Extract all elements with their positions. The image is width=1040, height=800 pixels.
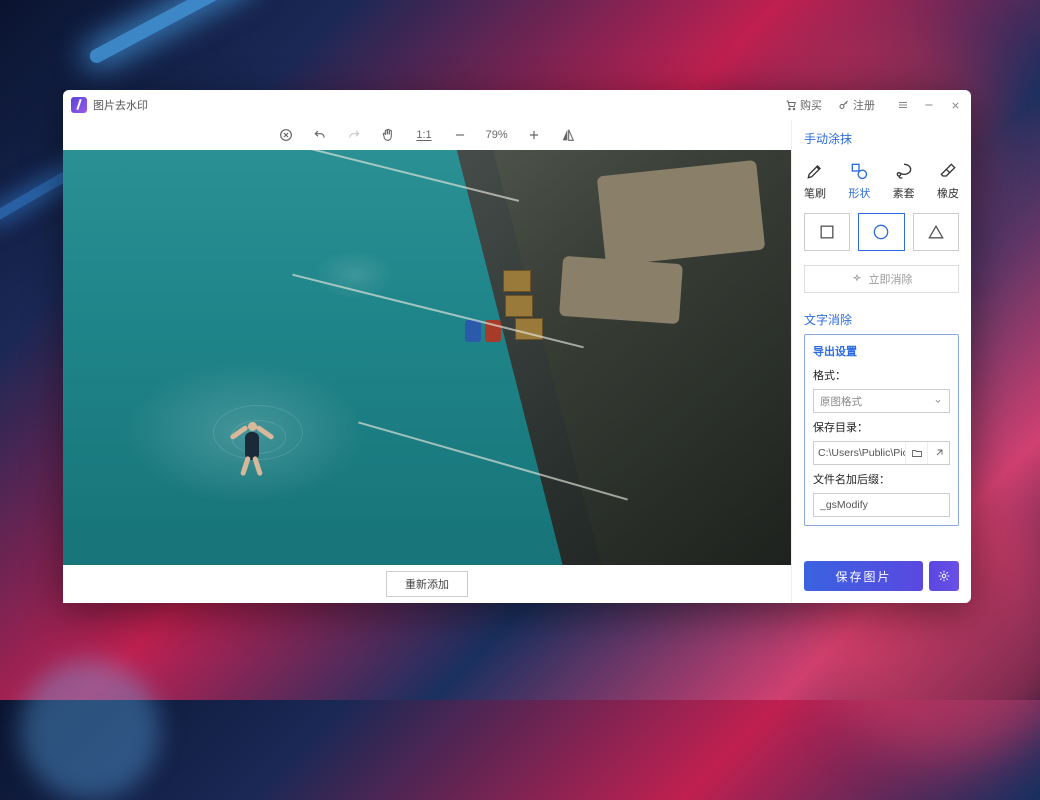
format-label: 格式：	[813, 367, 950, 383]
export-title: 导出设置	[813, 343, 950, 359]
flip-button[interactable]	[560, 127, 576, 143]
shape-picker	[804, 213, 959, 251]
eraser-label: 橡皮	[937, 185, 959, 201]
bottom-bar: 重新添加	[63, 565, 791, 603]
crate	[503, 270, 531, 292]
titlebar: 图片去水印 购买 注册	[63, 90, 971, 120]
dir-field: C:\Users\Public\Pictur	[813, 441, 950, 465]
minimize-button[interactable]	[921, 97, 937, 113]
ratio-button[interactable]: 1:1	[414, 129, 433, 141]
key-icon	[838, 99, 850, 111]
close-button[interactable]	[947, 97, 963, 113]
canvas-toolbar: 1:1 79%	[63, 120, 791, 150]
lasso-label: 素套	[893, 185, 915, 201]
shape-rectangle[interactable]	[804, 213, 850, 251]
menu-button[interactable]	[895, 97, 911, 113]
register-link[interactable]: 注册	[838, 97, 875, 113]
clear-now-button[interactable]: 立即消除	[804, 265, 959, 293]
lasso-tool[interactable]: 素套	[893, 161, 915, 201]
sidebar: 手动涂抹 笔刷 形状 素套 橡皮	[791, 120, 971, 603]
background-streak-1	[87, 0, 253, 65]
re-add-button[interactable]: 重新添加	[386, 571, 468, 597]
redo-button[interactable]	[346, 127, 362, 143]
tarp	[597, 160, 766, 266]
save-row: 保存图片	[804, 561, 959, 591]
app-window: 图片去水印 购买 注册	[63, 90, 971, 603]
shape-circle[interactable]	[858, 213, 904, 251]
undo-button[interactable]	[312, 127, 328, 143]
tarp	[559, 256, 683, 324]
open-folder-button[interactable]	[927, 442, 949, 464]
gear-icon	[937, 569, 951, 583]
swimmer	[223, 410, 283, 480]
clear-now-label: 立即消除	[869, 271, 913, 287]
sparkle-icon	[851, 273, 863, 285]
dir-value: C:\Users\Public\Pictur	[814, 447, 905, 459]
open-icon	[933, 447, 945, 459]
clear-selection-button[interactable]	[278, 127, 294, 143]
save-button[interactable]: 保存图片	[804, 561, 923, 591]
cart-icon	[785, 99, 797, 111]
app-icon	[71, 97, 87, 113]
image-canvas[interactable]	[63, 150, 791, 565]
zoom-value: 79%	[486, 129, 508, 141]
folder-icon	[911, 447, 923, 459]
background-glow-1	[20, 660, 160, 800]
barrel	[465, 320, 481, 342]
chevron-down-icon	[933, 396, 943, 406]
suffix-input[interactable]	[813, 493, 950, 517]
crate	[505, 295, 533, 317]
pan-button[interactable]	[380, 127, 396, 143]
format-select[interactable]: 原图格式	[813, 389, 950, 413]
eraser-tool[interactable]: 橡皮	[937, 161, 959, 201]
shape-label: 形状	[848, 185, 870, 201]
shape-tool[interactable]: 形状	[848, 161, 870, 201]
manual-smear-title: 手动涂抹	[804, 130, 959, 147]
app-title: 图片去水印	[93, 97, 148, 113]
browse-folder-button[interactable]	[905, 442, 927, 464]
buy-label: 购买	[800, 97, 822, 113]
buy-link[interactable]: 购买	[785, 97, 822, 113]
export-settings-box: 导出设置 格式： 原图格式 保存目录： C:\Users\Public\Pict…	[804, 334, 959, 526]
format-value: 原图格式	[820, 394, 862, 409]
zoom-out-button[interactable]	[452, 127, 468, 143]
shape-triangle[interactable]	[913, 213, 959, 251]
brush-row: 笔刷 形状 素套 橡皮	[804, 157, 959, 205]
brush-label: 笔刷	[804, 185, 826, 201]
save-settings-button[interactable]	[929, 561, 959, 591]
dir-label: 保存目录：	[813, 419, 950, 435]
suffix-label: 文件名加后缀：	[813, 471, 950, 487]
text-removal-title: 文字消除	[804, 311, 959, 328]
register-label: 注册	[853, 97, 875, 113]
brush-tool[interactable]: 笔刷	[804, 161, 826, 201]
zoom-in-button[interactable]	[526, 127, 542, 143]
canvas-area: 1:1 79%	[63, 120, 791, 603]
